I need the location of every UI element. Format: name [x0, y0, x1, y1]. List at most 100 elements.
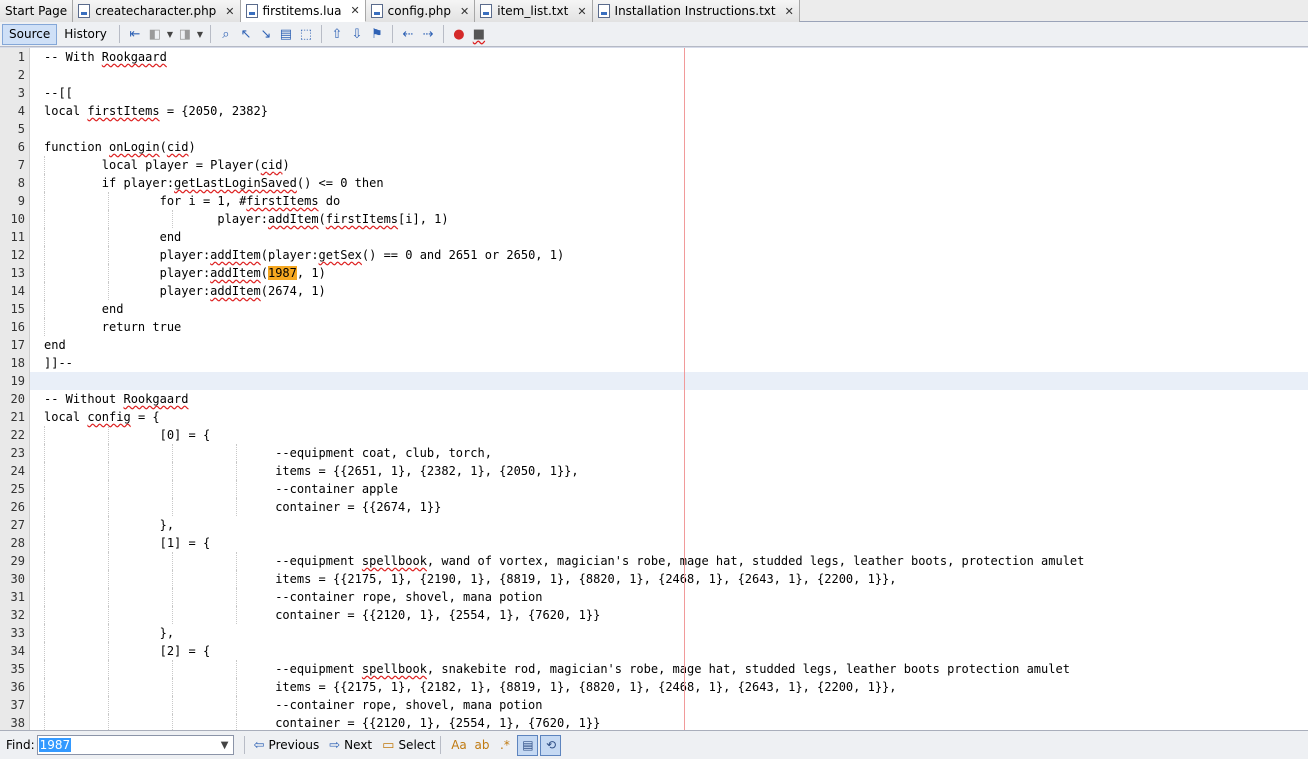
- toggle-highlight-icon[interactable]: ▤: [276, 24, 296, 44]
- code-line[interactable]: [30, 66, 1308, 84]
- line-number: 12: [10, 248, 25, 262]
- code-line[interactable]: -- Without Rookgaard: [30, 390, 1308, 408]
- code-line[interactable]: [30, 120, 1308, 138]
- code-line[interactable]: items = {{2175, 1}, {2190, 1}, {8819, 1}…: [30, 570, 1308, 588]
- find-previous-button[interactable]: ⇦ Previous: [254, 738, 320, 753]
- code-line[interactable]: -- With Rookgaard: [30, 48, 1308, 66]
- find-icon[interactable]: ⌕: [216, 24, 236, 44]
- code-line[interactable]: container = {{2120, 1}, {2554, 1}, {7620…: [30, 606, 1308, 624]
- indent-guide: [44, 534, 45, 552]
- forward-dropdown-icon[interactable]: ▼: [195, 24, 205, 44]
- code-line[interactable]: --equipment coat, club, torch,: [30, 444, 1308, 462]
- code-line[interactable]: local firstItems = {2050, 2382}: [30, 102, 1308, 120]
- code-line[interactable]: end: [30, 336, 1308, 354]
- code-line[interactable]: --container rope, shovel, mana potion: [30, 696, 1308, 714]
- indent-guide: [108, 678, 109, 696]
- wrap-around-icon[interactable]: ⟲: [540, 734, 562, 756]
- history-tab[interactable]: History: [57, 24, 114, 45]
- find-label: Find:: [6, 738, 35, 752]
- chevron-down-icon[interactable]: ▼: [217, 740, 233, 751]
- toolbar-separator: [118, 25, 120, 43]
- find-next-button[interactable]: ⇨ Next: [329, 738, 372, 753]
- code-line[interactable]: items = {{2175, 1}, {2182, 1}, {8819, 1}…: [30, 678, 1308, 696]
- indent-guide: [236, 660, 237, 678]
- find-select-button[interactable]: ▭ Select: [382, 738, 435, 753]
- code-line[interactable]: if player:getLastLoginSaved() <= 0 then: [30, 174, 1308, 192]
- code-editor[interactable]: 1 2 3 4 5 6 7 8 9 10 11 12 13 14 15 16 17 18 19 20 21 22 23 24 2…: [0, 48, 1308, 730]
- code-line[interactable]: container = {{2120, 1}, {2554, 1}, {7620…: [30, 714, 1308, 730]
- code-line[interactable]: --equipment spellbook, snakebite rod, ma…: [30, 660, 1308, 678]
- find-next-icon[interactable]: ↘: [256, 24, 276, 44]
- code-line[interactable]: end: [30, 228, 1308, 246]
- toolbar-separator: [442, 25, 444, 43]
- code-line[interactable]: --equipment spellbook, wand of vortex, m…: [30, 552, 1308, 570]
- source-tab[interactable]: Source: [2, 23, 58, 45]
- spelling-underline: firstItems: [87, 104, 160, 118]
- code-line[interactable]: player:addItem(firstItems[i], 1): [30, 210, 1308, 228]
- stop-macro-recording-icon[interactable]: ■: [469, 24, 489, 44]
- code-line[interactable]: --container rope, shovel, mana potion: [30, 588, 1308, 606]
- code-line[interactable]: player:addItem(1987, 1): [30, 264, 1308, 282]
- start-macro-recording-icon[interactable]: ●: [449, 24, 469, 44]
- code-line[interactable]: [0] = {: [30, 426, 1308, 444]
- indent-guide: [44, 660, 45, 678]
- line-number: 27: [10, 518, 25, 532]
- tab-2[interactable]: firstitems.lua ✕: [240, 0, 366, 22]
- code-line[interactable]: player:addItem(player:getSex() == 0 and …: [30, 246, 1308, 264]
- tab-1[interactable]: createcharacter.php ✕: [73, 0, 241, 22]
- code-line[interactable]: local player = Player(cid): [30, 156, 1308, 174]
- find-input[interactable]: 1987 ▼: [36, 735, 234, 755]
- match-case-icon[interactable]: Aa: [448, 735, 469, 756]
- shift-left-icon[interactable]: ⇠: [398, 24, 418, 44]
- code-line[interactable]: ]]--: [30, 354, 1308, 372]
- code-line[interactable]: [1] = {: [30, 534, 1308, 552]
- code-line[interactable]: function onLogin(cid): [30, 138, 1308, 156]
- code-line[interactable]: local config = {: [30, 408, 1308, 426]
- close-icon[interactable]: ✕: [785, 5, 794, 18]
- code-line[interactable]: for i = 1, #firstItems do: [30, 192, 1308, 210]
- whole-words-icon[interactable]: ab: [471, 735, 492, 756]
- previous-bookmark-icon[interactable]: ⇧: [327, 24, 347, 44]
- code-line[interactable]: },: [30, 516, 1308, 534]
- code-area[interactable]: -- With Rookgaard --[[local firstItems = …: [30, 48, 1308, 730]
- indent-guide: [236, 462, 237, 480]
- tab-0[interactable]: Start Page: [0, 0, 74, 22]
- code-text: [1] = {: [44, 536, 211, 550]
- line-number: 28: [10, 536, 25, 550]
- back-dropdown-icon[interactable]: ▼: [165, 24, 175, 44]
- regex-icon[interactable]: .*: [494, 735, 515, 756]
- toggle-bookmark-icon[interactable]: ⚑: [367, 24, 387, 44]
- code-line[interactable]: player:addItem(2674, 1): [30, 282, 1308, 300]
- close-icon[interactable]: ✕: [577, 5, 586, 18]
- code-line[interactable]: container = {{2674, 1}}: [30, 498, 1308, 516]
- forward-icon[interactable]: ◨: [175, 24, 195, 44]
- tab-4[interactable]: item_list.txt ✕: [475, 0, 593, 22]
- spelling-underline: firstItems: [246, 194, 319, 208]
- last-edit-icon[interactable]: ⇤: [125, 24, 145, 44]
- close-icon[interactable]: ✕: [460, 5, 469, 18]
- code-line[interactable]: items = {{2651, 1}, {2382, 1}, {2050, 1}…: [30, 462, 1308, 480]
- next-bookmark-icon[interactable]: ⇩: [347, 24, 367, 44]
- file-icon: [480, 4, 493, 18]
- close-icon[interactable]: ✕: [225, 5, 234, 18]
- indent-guide: [172, 570, 173, 588]
- toolbar-separator: [320, 25, 322, 43]
- previous-arrow-icon: ⇦: [253, 737, 265, 753]
- code-line[interactable]: [2] = {: [30, 642, 1308, 660]
- code-line[interactable]: --container apple: [30, 480, 1308, 498]
- tab-3[interactable]: config.php ✕: [365, 0, 476, 22]
- toggle-rectangular-selection-icon[interactable]: ⬚: [296, 24, 316, 44]
- code-line[interactable]: end: [30, 300, 1308, 318]
- code-line[interactable]: return true: [30, 318, 1308, 336]
- tab-5[interactable]: Installation Instructions.txt ✕: [592, 0, 800, 22]
- back-icon[interactable]: ◧: [145, 24, 165, 44]
- highlight-results-icon[interactable]: ▤: [517, 734, 539, 756]
- find-previous-icon[interactable]: ↖: [236, 24, 256, 44]
- code-line[interactable]: --[[: [30, 84, 1308, 102]
- code-line[interactable]: [30, 372, 1308, 390]
- code-text: player:addItem(1987, 1): [44, 266, 326, 280]
- shift-right-icon[interactable]: ⇢: [418, 24, 438, 44]
- close-icon[interactable]: ✕: [350, 4, 359, 17]
- code-line[interactable]: },: [30, 624, 1308, 642]
- indent-guide: [44, 444, 45, 462]
